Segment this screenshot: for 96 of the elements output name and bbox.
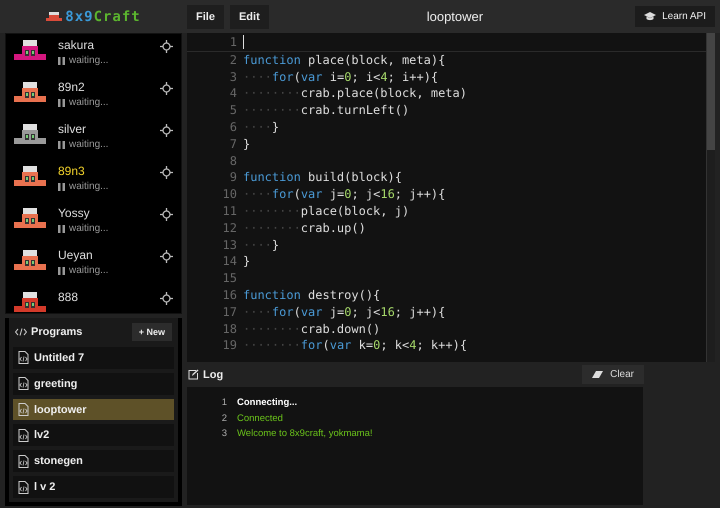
line-number: 4 xyxy=(228,85,238,102)
line-number: 5 xyxy=(228,102,238,119)
new-program-button[interactable]: + New xyxy=(132,323,172,342)
code-editor[interactable] xyxy=(187,33,715,362)
crab-status: waiting... xyxy=(69,223,108,234)
code-line: function build(block){ xyxy=(243,169,402,186)
crab-status: waiting... xyxy=(69,139,108,150)
clear-log-button[interactable]: Clear xyxy=(582,365,644,384)
code-file-icon xyxy=(18,454,29,468)
crab-name[interactable]: 89n3 xyxy=(58,164,148,178)
crab-name[interactable]: sakura xyxy=(58,38,148,52)
line-number: 13 xyxy=(222,236,238,254)
line-number: 6 xyxy=(228,118,238,136)
log-message: Connected xyxy=(237,412,283,424)
line-number: 12 xyxy=(222,220,238,237)
log-line-number: 2 xyxy=(220,412,228,424)
learn-api-button[interactable]: Learn API xyxy=(635,6,715,27)
code-file-icon xyxy=(18,403,29,416)
code-line: ····for(var j=0; j<16; j++){ xyxy=(243,304,446,321)
pause-icon xyxy=(58,140,65,148)
eraser-icon xyxy=(592,371,604,378)
pause-icon xyxy=(58,224,65,232)
line-number: 17 xyxy=(222,304,238,321)
code-line: ········place(block, j) xyxy=(243,202,410,220)
edit-icon xyxy=(188,369,199,380)
line-number: 11 xyxy=(222,202,238,220)
line-number: 16 xyxy=(222,286,238,304)
line-number: 19 xyxy=(222,337,238,354)
line-number: 14 xyxy=(222,253,238,270)
crab-status: waiting... xyxy=(69,265,108,276)
code-line: ····} xyxy=(243,236,280,254)
line-number: 18 xyxy=(222,320,238,338)
code-line: function place(block, meta){ xyxy=(243,52,446,69)
line-number: 15 xyxy=(222,270,238,287)
code-line: ········for(var k=0; k<4; k++){ xyxy=(243,337,468,354)
log-message: Connecting... xyxy=(237,397,298,408)
locate-crosshair-icon[interactable] xyxy=(160,124,173,137)
line-number: 3 xyxy=(228,68,238,86)
code-line: } xyxy=(243,136,250,153)
code-line: ········crab.place(block, meta) xyxy=(243,85,467,102)
locate-crosshair-icon[interactable] xyxy=(160,208,173,221)
crab-status: waiting... xyxy=(69,181,108,192)
code-file-icon xyxy=(18,428,29,442)
program-item[interactable]: Untitled 7 xyxy=(13,346,174,369)
pause-icon xyxy=(58,98,65,106)
code-file-icon xyxy=(18,377,29,390)
programs-heading: Programs xyxy=(31,326,82,338)
line-number: 7 xyxy=(228,136,238,153)
code-line: ········crab.down() xyxy=(243,320,380,338)
menu-button[interactable]: File xyxy=(187,4,224,28)
code-line: ····for(var j=0; j<16; j++){ xyxy=(243,186,446,203)
program-item[interactable]: stonegen xyxy=(13,450,174,472)
crab-logo-icon xyxy=(46,12,62,22)
program-item[interactable]: looptower xyxy=(13,398,174,420)
pause-icon xyxy=(58,182,65,190)
locate-crosshair-icon[interactable] xyxy=(160,40,173,53)
program-item[interactable]: lv2 xyxy=(13,424,174,446)
line-number: 10 xyxy=(222,186,238,203)
log-message: Welcome to 8x9craft, yokmama! xyxy=(237,428,373,440)
log-line-number: 3 xyxy=(220,428,228,440)
crab-name[interactable]: 888 xyxy=(58,290,148,304)
log-heading: Log xyxy=(203,368,224,380)
code-line: ········crab.up() xyxy=(243,220,366,237)
pause-icon xyxy=(58,56,65,64)
code-line: ····for(var i=0; i<4; i++){ xyxy=(243,68,438,86)
locate-crosshair-icon[interactable] xyxy=(160,166,173,179)
scrollbar[interactable] xyxy=(706,33,715,362)
locate-crosshair-icon[interactable] xyxy=(160,250,173,263)
pause-icon xyxy=(58,266,65,274)
code-line: function destroy(){ xyxy=(243,286,380,304)
line-number: 8 xyxy=(228,152,238,170)
code-brackets-icon xyxy=(15,328,27,336)
code-line: ········crab.turnLeft() xyxy=(243,102,410,119)
line-number: 2 xyxy=(228,52,238,69)
log-line-number: 1 xyxy=(220,397,228,408)
menu-button[interactable]: Edit xyxy=(230,4,269,28)
line-number: 9 xyxy=(228,169,238,186)
code-file-icon xyxy=(18,480,29,494)
program-item[interactable]: l v 2 xyxy=(13,476,174,498)
app-logo: 8x9Craft xyxy=(65,8,141,24)
line-number: 1 xyxy=(228,34,238,51)
crab-status: waiting... xyxy=(69,97,108,108)
crab-name[interactable]: 89n2 xyxy=(58,80,148,94)
crab-status: waiting... xyxy=(69,55,108,66)
program-title: looptower xyxy=(426,9,484,24)
crab-name[interactable]: Ueyan xyxy=(58,248,148,262)
code-line: ····} xyxy=(243,118,280,136)
graduation-cap-icon xyxy=(644,12,656,21)
locate-crosshair-icon[interactable] xyxy=(160,82,173,95)
code-file-icon xyxy=(18,351,29,364)
crab-name[interactable]: silver xyxy=(58,122,148,136)
program-item[interactable]: greeting xyxy=(13,372,174,395)
text-cursor xyxy=(243,35,244,49)
code-line: } xyxy=(243,253,250,270)
locate-crosshair-icon[interactable] xyxy=(160,292,173,305)
crab-name[interactable]: Yossy xyxy=(58,206,148,220)
